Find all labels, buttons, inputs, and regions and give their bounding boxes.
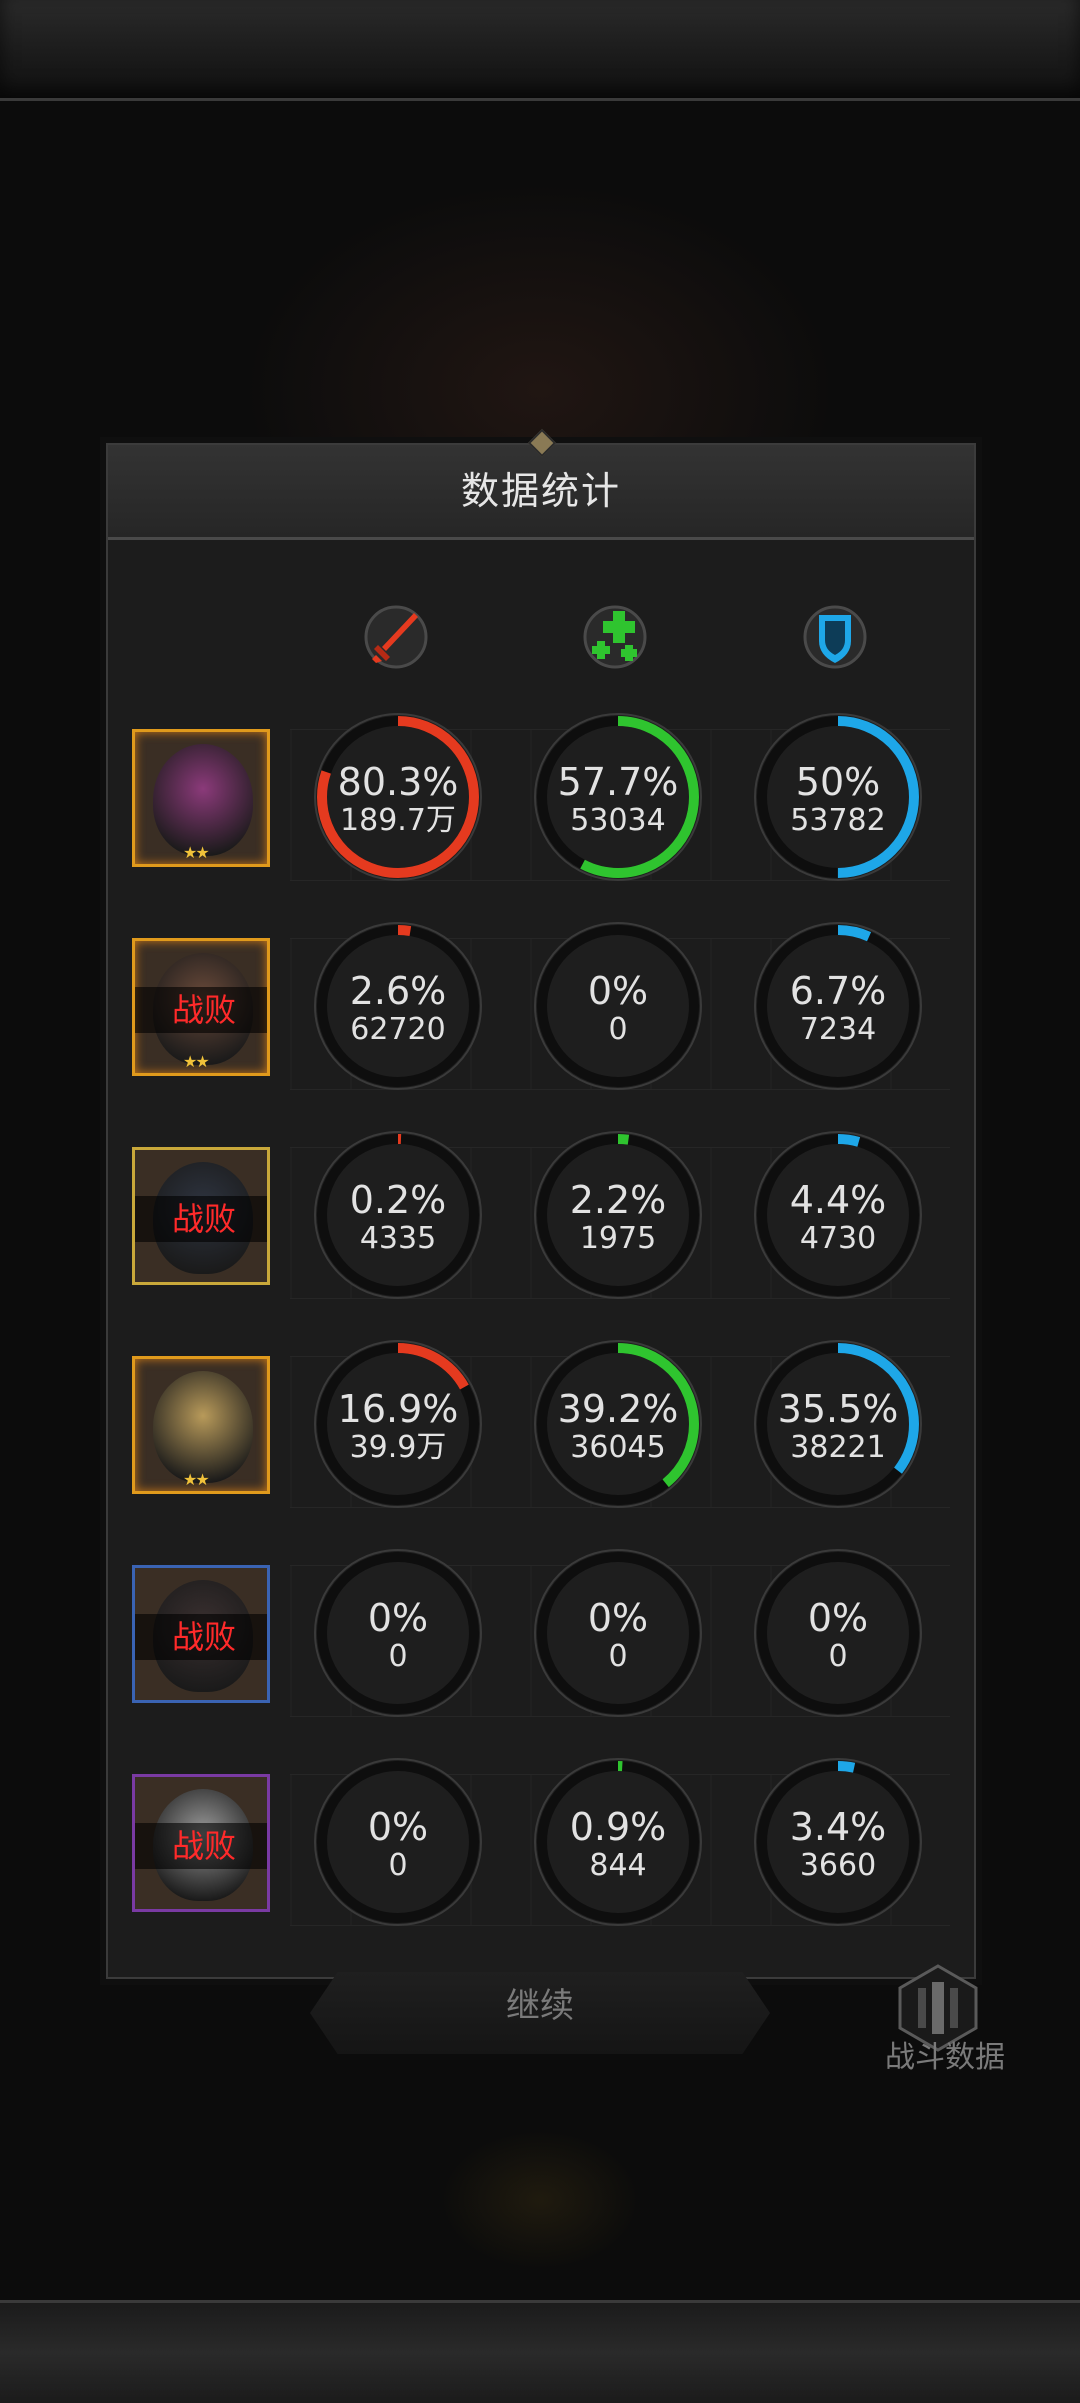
stat-percent: 0% <box>367 1596 429 1640</box>
defeated-label: 战败 <box>135 987 267 1033</box>
bottom-frame <box>0 2300 1080 2403</box>
stat-value: 189.7万 <box>340 803 456 838</box>
stat-ring: 16.9% 39.9万 <box>313 1339 483 1509</box>
stat-ring: 35.5% 38221 <box>753 1339 923 1509</box>
stat-ring: 3.4% 3660 <box>753 1757 923 1927</box>
panel-title: 数据统计 <box>460 469 621 513</box>
stat-value: 53782 <box>790 803 886 838</box>
stat-ring: 0% 0 <box>313 1548 483 1718</box>
stat-ring: 0% 0 <box>533 1548 703 1718</box>
stat-percent: 4.4% <box>789 1178 887 1222</box>
stat-value: 36045 <box>570 1430 666 1465</box>
stat-value: 4730 <box>799 1221 877 1256</box>
stat-ring: 0% 0 <box>533 921 703 1091</box>
hero-avatar <box>153 1371 253 1483</box>
stat-percent: 0% <box>587 969 649 1013</box>
sword-icon <box>364 605 428 669</box>
continue-button[interactable]: 继续 <box>310 1972 770 2054</box>
stat-value: 62720 <box>350 1012 446 1047</box>
hero-portrait[interactable]: 战败 ★★ <box>132 938 270 1076</box>
top-frame <box>0 0 1080 101</box>
hero-portrait[interactable]: 战败 <box>132 1147 270 1285</box>
stat-ring: 6.7% 7234 <box>753 921 923 1091</box>
stat-value: 38221 <box>790 1430 886 1465</box>
stat-percent: 0.9% <box>569 1805 667 1849</box>
stat-ring: 2.6% 62720 <box>313 921 483 1091</box>
stat-percent: 35.5% <box>777 1387 899 1431</box>
stat-value: 0 <box>388 1639 408 1674</box>
stat-percent: 2.2% <box>569 1178 667 1222</box>
stat-percent: 0% <box>587 1596 649 1640</box>
stat-value: 3660 <box>799 1848 877 1883</box>
stat-value: 0 <box>828 1639 848 1674</box>
stat-percent: 57.7% <box>557 760 679 804</box>
stat-percent: 0.2% <box>349 1178 447 1222</box>
stat-percent: 3.4% <box>789 1805 887 1849</box>
defeated-label: 战败 <box>135 1614 267 1660</box>
background-emblem <box>440 2130 640 2270</box>
star-rating: ★★ <box>183 1470 210 1489</box>
stat-percent: 50% <box>795 760 881 804</box>
stat-percent: 16.9% <box>337 1387 459 1431</box>
stat-percent: 2.6% <box>349 969 447 1013</box>
defeated-label: 战败 <box>135 1196 267 1242</box>
stat-ring: 0.2% 4335 <box>313 1130 483 1300</box>
hero-portrait[interactable]: ★★ <box>132 1356 270 1494</box>
heal-plus-icon <box>583 605 647 669</box>
star-rating: ★★ <box>183 1052 210 1071</box>
stat-value: 0 <box>608 1639 628 1674</box>
stat-ring: 4.4% 4730 <box>753 1130 923 1300</box>
hero-avatar <box>153 744 253 856</box>
shield-icon <box>803 605 867 669</box>
stat-percent: 6.7% <box>789 969 887 1013</box>
stat-ring: 50% 53782 <box>753 712 923 882</box>
stat-ring: 0% 0 <box>313 1757 483 1927</box>
hero-portrait[interactable]: 战败 <box>132 1774 270 1912</box>
stat-ring: 39.2% 36045 <box>533 1339 703 1509</box>
stat-value: 4335 <box>359 1221 437 1256</box>
stat-value: 0 <box>388 1848 408 1883</box>
hero-portrait[interactable]: ★★ <box>132 729 270 867</box>
hero-portrait[interactable]: 战败 <box>132 1565 270 1703</box>
stat-ring: 0.9% 844 <box>533 1757 703 1927</box>
stat-ring: 0% 0 <box>753 1548 923 1718</box>
stat-ring: 80.3% 189.7万 <box>313 712 483 882</box>
stat-percent: 80.3% <box>337 760 459 804</box>
star-rating: ★★ <box>183 843 210 862</box>
stat-value: 0 <box>608 1012 628 1047</box>
stat-value: 39.9万 <box>349 1430 447 1465</box>
stat-ring: 57.7% 53034 <box>533 712 703 882</box>
stat-value: 7234 <box>799 1012 877 1047</box>
defeated-label: 战败 <box>135 1823 267 1869</box>
stat-value: 53034 <box>570 803 666 838</box>
stat-percent: 0% <box>367 1805 429 1849</box>
stat-value: 844 <box>589 1848 647 1883</box>
stat-value: 1975 <box>579 1221 657 1256</box>
stat-percent: 39.2% <box>557 1387 679 1431</box>
stat-ring: 2.2% 1975 <box>533 1130 703 1300</box>
battle-data-label[interactable]: 战斗数据 <box>870 2032 1020 2076</box>
stat-percent: 0% <box>807 1596 869 1640</box>
